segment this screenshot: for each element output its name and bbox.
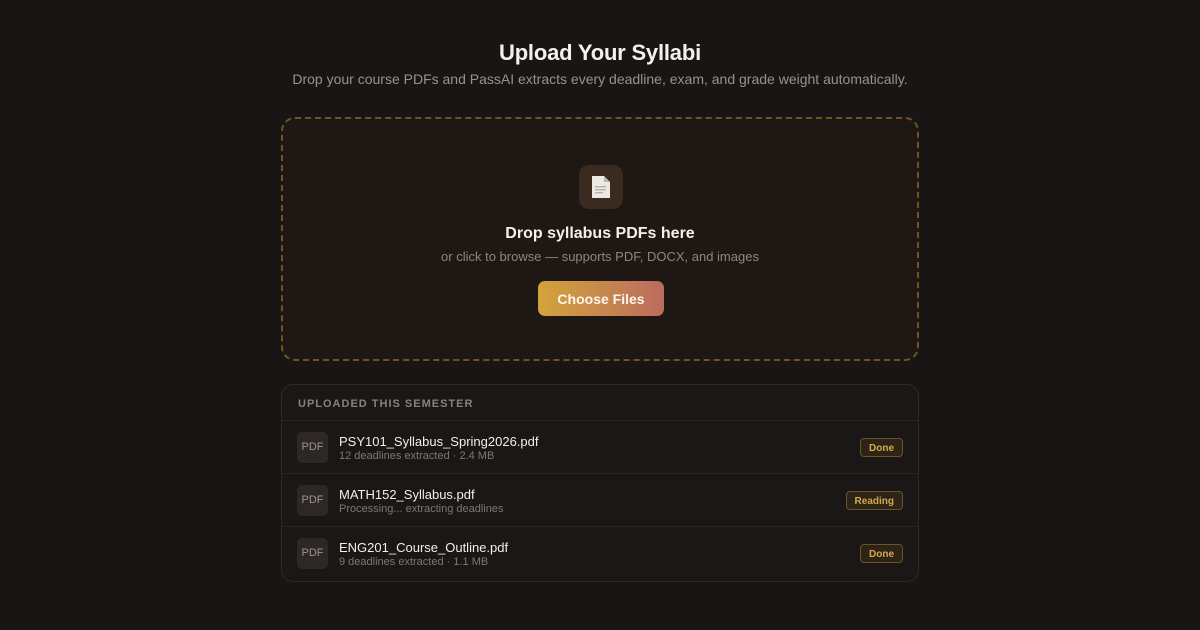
uploaded-files-panel: UPLOADED THIS SEMESTER PDF PSY101_Syllab… — [281, 384, 919, 582]
file-row[interactable]: PDF PSY101_Syllabus_Spring2026.pdf 12 de… — [282, 421, 918, 474]
file-dropzone[interactable]: Drop syllabus PDFs here or click to brow… — [281, 117, 919, 361]
upload-page: Upload Your Syllabi Drop your course PDF… — [0, 0, 1200, 630]
pdf-file-icon: PDF — [297, 538, 328, 569]
page-title: Upload Your Syllabi — [499, 40, 701, 65]
page-subtitle: Drop your course PDFs and PassAI extract… — [292, 71, 908, 87]
status-badge: Done — [860, 438, 903, 457]
document-icon — [592, 176, 610, 198]
file-icon — [579, 165, 623, 209]
pdf-file-icon: PDF — [297, 432, 328, 463]
dropzone-subtitle: or click to browse — supports PDF, DOCX,… — [441, 249, 759, 264]
file-meta: Processing... extracting deadlines — [339, 503, 504, 515]
pdf-file-icon: PDF — [297, 485, 328, 516]
file-row[interactable]: PDF ENG201_Course_Outline.pdf 9 deadline… — [282, 527, 918, 580]
dropzone-title: Drop syllabus PDFs here — [505, 225, 695, 242]
status-badge: Done — [860, 544, 903, 563]
status-badge: Reading — [845, 491, 903, 510]
file-meta: 9 deadlines extracted · 1.1 MB — [339, 556, 489, 568]
file-name: ENG201_Course_Outline.pdf — [339, 540, 509, 555]
uploaded-section-heading: UPLOADED THIS SEMESTER — [282, 385, 918, 421]
file-meta: 12 deadlines extracted · 2.4 MB — [339, 450, 495, 462]
file-name: MATH152_Syllabus.pdf — [339, 487, 475, 502]
file-row[interactable]: PDF MATH152_Syllabus.pdf Processing... e… — [282, 474, 918, 527]
choose-files-button[interactable]: Choose Files — [538, 281, 664, 316]
file-name: PSY101_Syllabus_Spring2026.pdf — [339, 434, 539, 449]
